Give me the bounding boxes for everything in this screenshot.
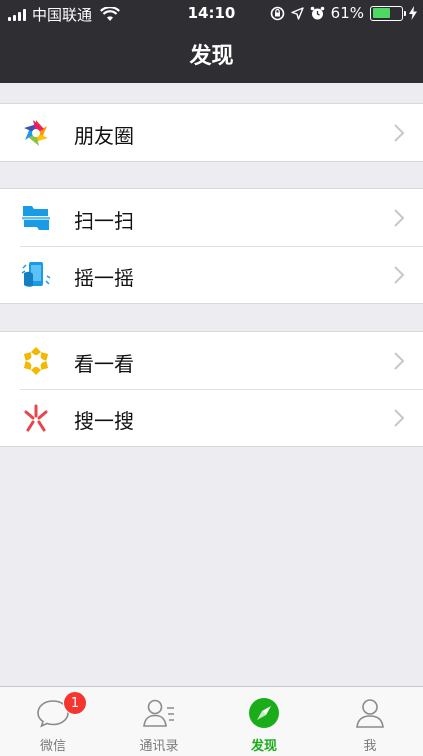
tab-me[interactable]: 我 [330,687,410,756]
search-icon [24,404,48,432]
alarm-icon [310,6,324,19]
tab-label: 微信 [39,739,66,754]
tab-discover[interactable]: 发现 [224,687,304,756]
discover-icon [249,698,279,728]
orientation-lock-icon [270,6,284,20]
chevron-right-icon [394,409,405,427]
list-item-shake[interactable]: 摇一摇 [0,246,423,303]
page-title: 发现 [189,44,234,69]
list-item-label: 扫一扫 [74,209,134,233]
top-bar: 中国联通 14:10 61% 发现 [0,0,423,83]
location-icon [290,6,304,20]
list-item-label: 朋友圈 [74,124,134,148]
group-moments: 朋友圈 [0,103,423,162]
battery-level-fill [372,8,390,18]
contacts-icon [143,699,174,727]
scan-icon [22,206,50,230]
group-scan-shake: 扫一扫 摇一摇 [0,188,423,304]
unread-badge: 1 [63,691,87,715]
chevron-right-icon [394,352,405,370]
chevron-right-icon [394,209,405,227]
list-item-label: 搜一搜 [74,409,134,433]
list-item-scan[interactable]: 扫一扫 [0,189,423,246]
tab-bar: 1 微信 通讯录 发现 我 [0,686,423,756]
list-item-label: 看一看 [74,352,134,376]
tab-chats[interactable]: 1 微信 [13,687,93,756]
status-right: 61% [270,4,417,22]
chevron-right-icon [394,124,405,142]
list-item-moments[interactable]: 朋友圈 [0,104,423,161]
status-bar: 中国联通 14:10 61% [0,0,423,26]
moments-icon [24,120,48,146]
tab-label: 发现 [250,739,277,754]
top-stories-icon [23,347,49,375]
me-icon [356,699,384,728]
list-item-search[interactable]: 搜一搜 [0,389,423,446]
list-item-label: 摇一摇 [74,266,134,290]
tab-label: 我 [363,739,377,754]
list-item-top-stories[interactable]: 看一看 [0,332,423,389]
shake-icon [21,262,51,287]
tab-contacts[interactable]: 通讯录 [119,687,199,756]
group-stories-search: 看一看 搜一搜 [0,331,423,447]
chevron-right-icon [394,266,405,284]
charging-icon [409,6,417,20]
battery-icon [370,5,406,21]
battery-percent: 61% [330,4,364,22]
tab-label: 通讯录 [139,739,179,754]
